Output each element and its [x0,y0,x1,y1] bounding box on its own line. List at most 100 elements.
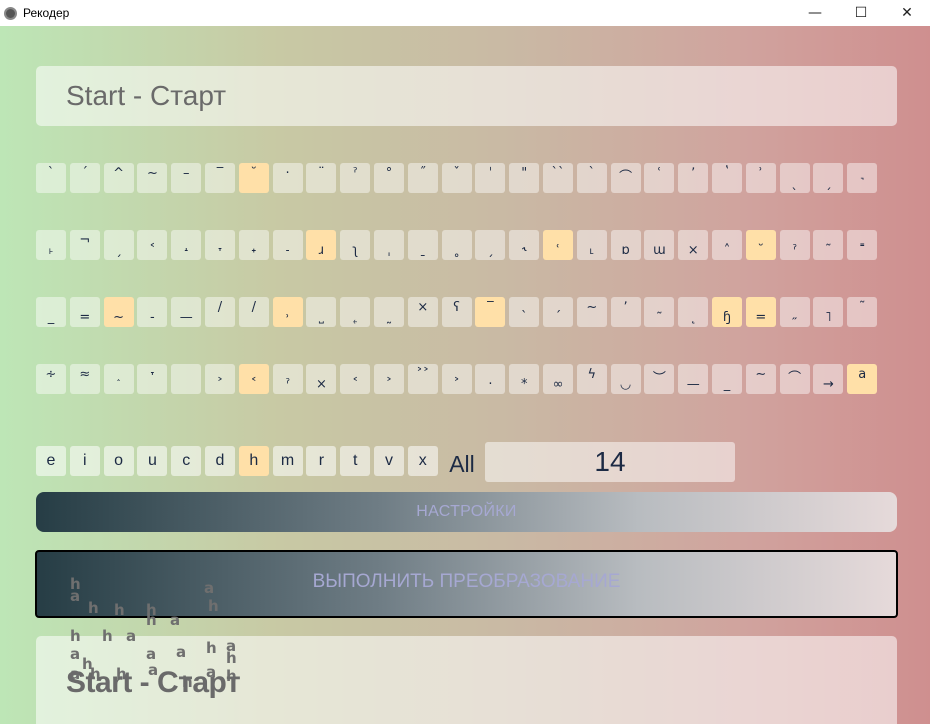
source-text-input[interactable]: Start - Старт [36,66,897,126]
all-filter-button[interactable]: All [444,446,480,478]
diacritic-key[interactable]: ` [509,297,540,327]
diacritic-key[interactable]: ˃ [374,364,404,394]
diacritic-key[interactable]: ˍ [407,230,438,260]
diacritic-key[interactable]: ˘ [745,230,776,260]
diacritic-key[interactable]: * [509,364,540,394]
diacritic-key[interactable]: ˕ [137,364,168,394]
letter-filter-r[interactable]: r [306,446,337,476]
diacritic-key[interactable]: · [272,163,303,193]
diacritic-key[interactable]: · [475,364,506,394]
diacritic-key[interactable]: ˏ [475,230,506,260]
diacritic-key[interactable]: × [407,297,438,327]
diacritic-key[interactable]: " [509,163,540,193]
diacritic-key[interactable]: ~ [137,163,168,193]
diacritic-key[interactable]: ˇ [441,163,472,193]
diacritic-key[interactable]: ɧ [712,297,742,327]
diacritic-key[interactable]: ˗ [272,230,303,260]
diacritic-key[interactable]: ˋ [576,163,607,193]
diacritic-key[interactable]: ´ [543,297,573,327]
diacritic-key[interactable]: ˃˃ [407,364,438,394]
letter-filter-o[interactable]: o [103,446,134,476]
diacritic-key[interactable]: ʕ [441,297,472,327]
diacritic-key[interactable]: ︶ [644,364,675,394]
diacritic-key[interactable]: `` [543,163,573,193]
diacritic-key[interactable]: ^ [103,163,134,193]
diacritic-key[interactable]: ˀ [272,364,303,394]
diacritic-key[interactable]: ˺ [847,163,878,193]
diacritic-key[interactable]: ˛ [678,297,709,327]
diacritic-key[interactable]: — [171,297,202,327]
diacritic-key[interactable]: – [171,163,202,193]
diacritic-key[interactable]: ⌒ [779,364,810,394]
diacritic-key[interactable]: ¬ [69,230,100,260]
diacritic-key[interactable]: ˰ [103,364,134,394]
diacritic-key[interactable]: ˒ [272,297,303,327]
close-icon[interactable]: ✕ [884,0,930,26]
maximize-icon[interactable]: ☐ [838,0,884,26]
diacritic-key[interactable]: ˌ [374,230,404,260]
diacritic-key[interactable]: _ [712,364,742,394]
diacritic-key[interactable]: ˈ [475,163,506,193]
letter-filter-t[interactable]: t [340,446,371,476]
diacritic-key[interactable]: ˫ [36,230,66,260]
diacritic-key[interactable]: ˎ [779,163,810,193]
diacritic-key[interactable]: ˿ [340,297,371,327]
diacritic-key[interactable]: ˜ [847,297,878,327]
diacritic-key[interactable]: ɯ [644,230,675,260]
diacritic-key[interactable]: ˳ [441,230,472,260]
diacritic-key[interactable]: — [678,364,709,394]
letter-filter-u[interactable]: u [137,446,168,476]
diacritic-key[interactable]: ˭ [847,230,878,260]
diacritic-key[interactable]: / [205,297,235,327]
diacritic-key[interactable]: ʼ [610,297,641,327]
diacritic-key[interactable]: ˂ [238,364,269,394]
count-field[interactable]: 14 [485,442,735,482]
diacritic-key[interactable]: ʾ [745,163,776,193]
diacritic-key[interactable] [171,364,202,394]
diacritic-key[interactable]: = [745,297,776,327]
run-conversion-button[interactable]: ВЫПОЛНИТЬ ПРЕОБРАЗОВАНИЕ [35,550,898,618]
diacritic-key[interactable]: ˜ [813,230,844,260]
diacritic-key[interactable]: ~ [103,297,134,327]
diacritic-key[interactable]: a [847,364,878,394]
diacritic-key[interactable]: × [678,230,709,260]
diacritic-key[interactable]: ɒ [610,230,641,260]
diacritic-key[interactable]: ʿ [543,230,573,260]
diacritic-key[interactable]: ‾ [205,163,235,193]
diacritic-key[interactable]: ⌒ [610,163,641,193]
diacritic-key[interactable]: ˂ [340,364,371,394]
diacritic-key[interactable]: ∞ [543,364,573,394]
diacritic-key[interactable]: ˀ [340,163,371,193]
diacritic-key[interactable]: ˏ [813,163,844,193]
letter-filter-x[interactable]: x [407,446,438,476]
diacritic-key[interactable]: ʽ [712,163,742,193]
letter-filter-e[interactable]: e [36,446,66,476]
diacritic-key[interactable]: ˃ [205,364,235,394]
diacritic-key[interactable]: ~ [576,297,607,327]
diacritic-key[interactable]: ʼ [678,163,709,193]
diacritic-key[interactable]: ˀ [779,230,810,260]
diacritic-key[interactable]: ˽ [306,297,337,327]
diacritic-key[interactable]: ´ [69,163,100,193]
diacritic-key[interactable]: × [306,364,337,394]
diacritic-key[interactable]: ≈ [69,364,100,394]
diacritic-key[interactable]: ʿ [644,163,675,193]
letter-filter-i[interactable]: i [69,446,100,476]
diacritic-key[interactable]: ˝ [407,163,438,193]
diacritic-key[interactable]: = [69,297,100,327]
diacritic-key[interactable]: ˃ [441,364,472,394]
diacritic-key[interactable]: ˞ [509,230,540,260]
diacritic-key[interactable]: - [137,297,168,327]
letter-filter-d[interactable]: d [205,446,235,476]
diacritic-key[interactable]: ˥ [813,297,844,327]
diacritic-key[interactable]: → [813,364,844,394]
diacritic-key[interactable]: ˘ [238,163,269,193]
diacritic-key[interactable]: ˏ [103,230,134,260]
diacritic-key[interactable]: ʅ [340,230,371,260]
letter-filter-h[interactable]: h [238,446,269,476]
diacritic-key[interactable]: ∼ [745,364,776,394]
minimize-icon[interactable]: — [792,0,838,26]
letter-filter-m[interactable]: m [272,446,303,476]
diacritic-key[interactable]: ˂ [137,230,168,260]
diacritic-key[interactable]: ɹ [306,230,337,260]
